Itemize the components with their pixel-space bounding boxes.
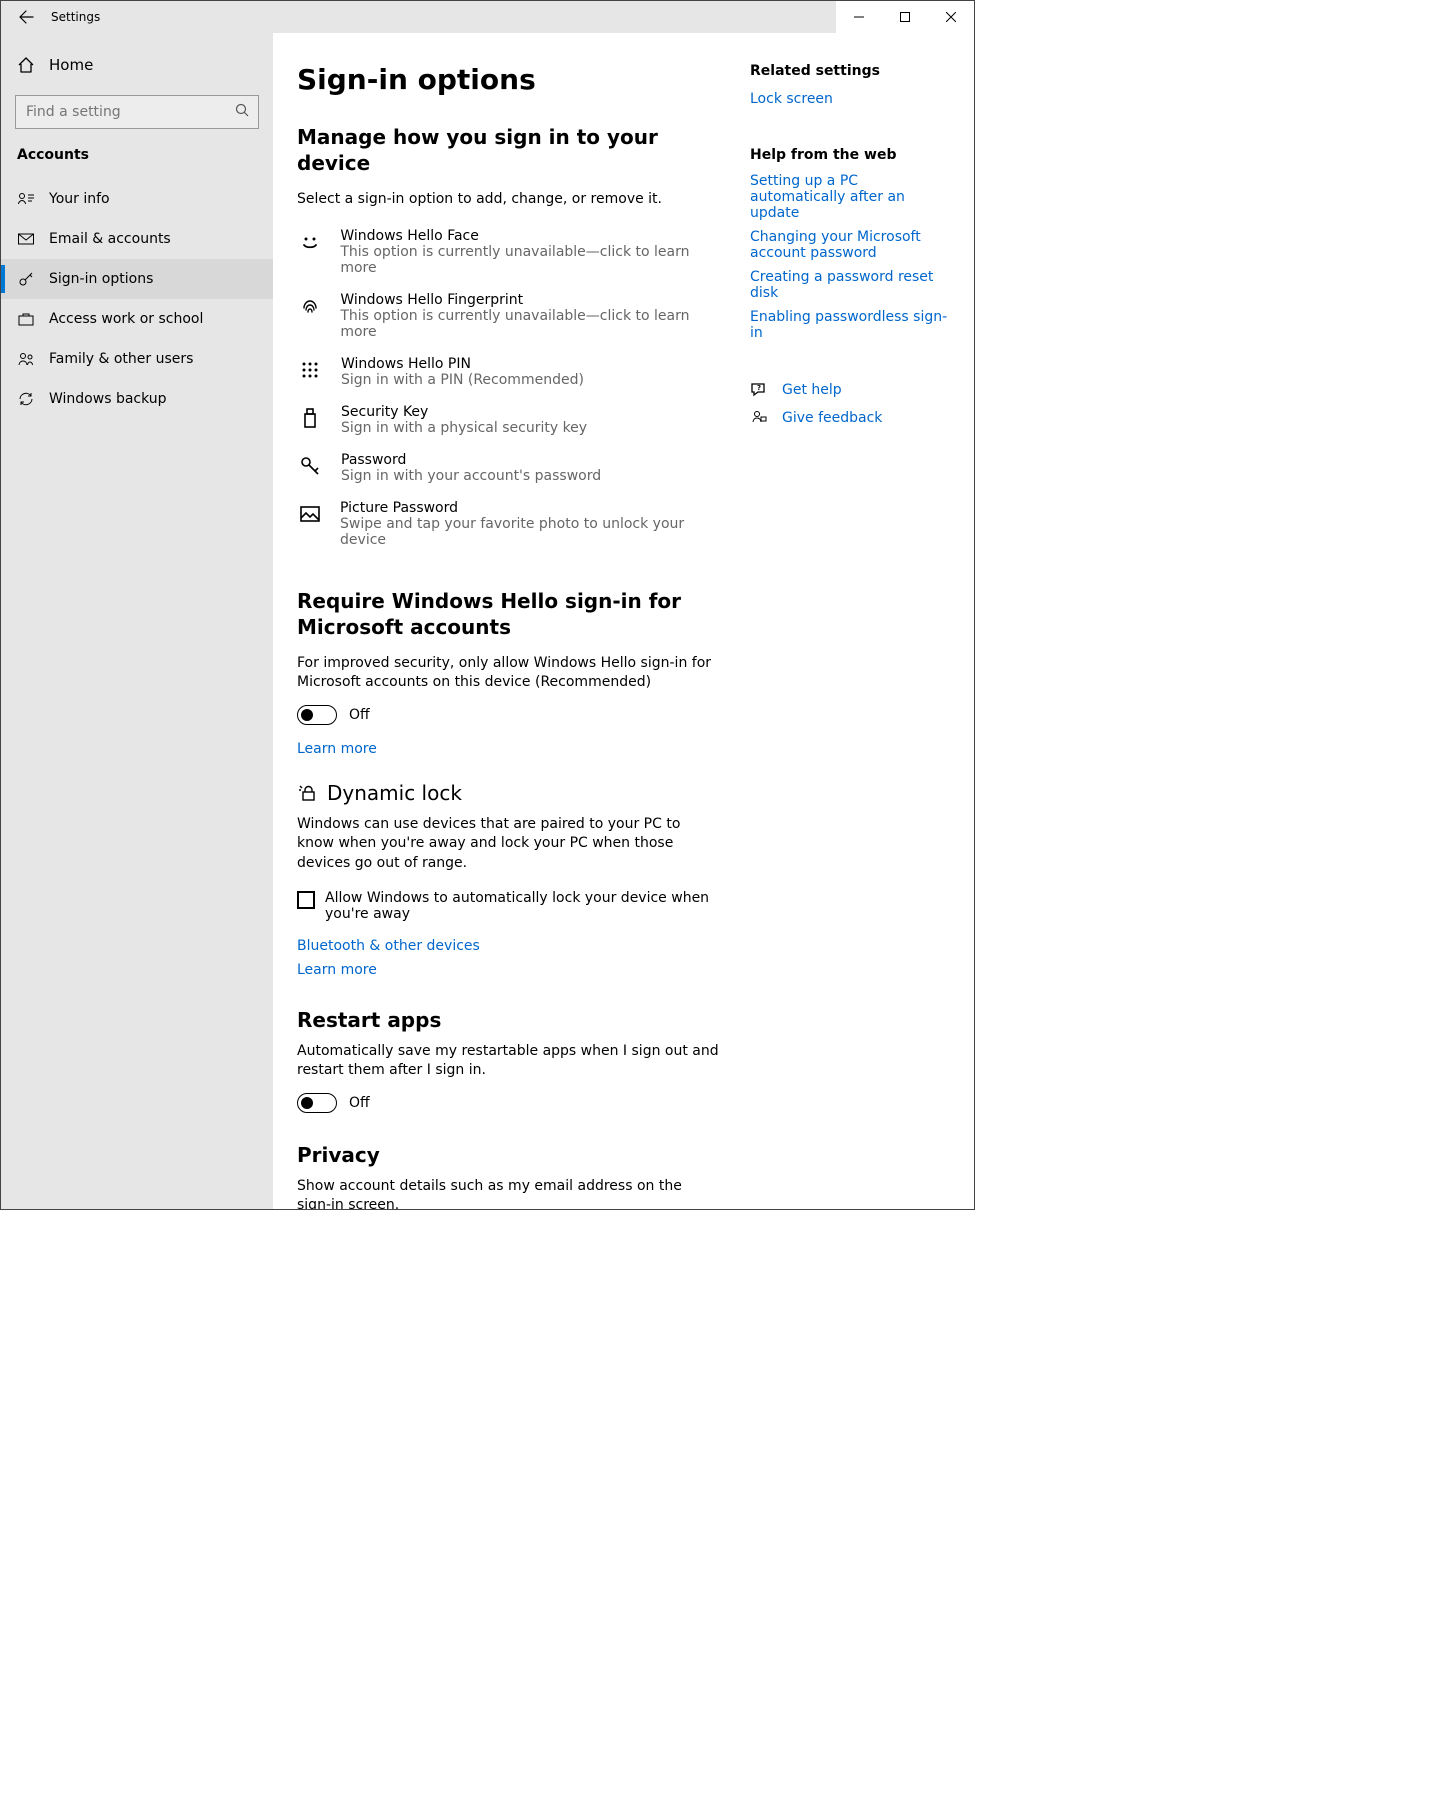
bluetooth-link[interactable]: Bluetooth & other devices	[297, 938, 720, 954]
sidebar-item-label: Windows backup	[49, 391, 167, 407]
sidebar-home-label: Home	[49, 56, 93, 74]
briefcase-icon	[17, 310, 35, 328]
help-link[interactable]: Creating a password reset disk	[750, 269, 950, 301]
privacy-heading: Privacy	[297, 1143, 720, 1167]
option-sub: Sign in with your account's password	[341, 468, 601, 484]
sidebar-search	[15, 95, 259, 129]
svg-text:?: ?	[757, 384, 761, 392]
face-icon	[297, 228, 322, 254]
close-button[interactable]	[928, 1, 974, 33]
sidebar: Home Accounts Your info Email & accounts	[1, 33, 273, 1209]
option-title: Windows Hello PIN	[341, 356, 584, 372]
help-link[interactable]: Changing your Microsoft account password	[750, 229, 950, 261]
key-password-icon	[297, 452, 323, 478]
window-title: Settings	[51, 10, 100, 24]
usb-key-icon	[297, 404, 323, 430]
get-help-row[interactable]: ? Get help	[750, 381, 950, 399]
picture-icon	[297, 500, 322, 526]
dynamic-lock-learn-more[interactable]: Learn more	[297, 962, 720, 978]
sidebar-item-family[interactable]: Family & other users	[1, 339, 273, 379]
require-hello-toggle[interactable]	[297, 705, 337, 725]
related-settings-heading: Related settings	[750, 63, 950, 79]
option-sub: This option is currently unavailable—cli…	[340, 308, 720, 340]
titlebar: Settings	[1, 1, 974, 33]
option-sub: Sign in with a physical security key	[341, 420, 587, 436]
lock-screen-link[interactable]: Lock screen	[750, 91, 833, 107]
window-controls	[836, 1, 974, 33]
sidebar-item-signin[interactable]: Sign-in options	[1, 259, 273, 299]
require-hello-learn-more[interactable]: Learn more	[297, 741, 377, 757]
help-link[interactable]: Setting up a PC automatically after an u…	[750, 173, 950, 221]
sidebar-item-work[interactable]: Access work or school	[1, 299, 273, 339]
dynamic-lock-check-label: Allow Windows to automatically lock your…	[325, 890, 720, 922]
page-title: Sign-in options	[297, 63, 720, 96]
option-title: Password	[341, 452, 601, 468]
option-title: Security Key	[341, 404, 587, 420]
back-button[interactable]	[1, 1, 51, 33]
close-icon	[946, 12, 956, 22]
sidebar-home[interactable]: Home	[1, 43, 273, 87]
option-picture-password[interactable]: Picture Password Swipe and tap your favo…	[297, 494, 720, 558]
dynamic-lock-heading: Dynamic lock	[297, 781, 720, 805]
minimize-icon	[854, 12, 864, 22]
sidebar-item-label: Email & accounts	[49, 231, 171, 247]
option-title: Windows Hello Fingerprint	[340, 292, 720, 308]
privacy-body-1: Show account details such as my email ad…	[297, 1177, 720, 1209]
dynamic-lock-icon	[297, 783, 317, 803]
dynamic-lock-title: Dynamic lock	[327, 781, 462, 805]
maximize-button[interactable]	[882, 1, 928, 33]
sidebar-item-label: Family & other users	[49, 351, 193, 367]
require-hello-heading: Require Windows Hello sign-in for Micros…	[297, 588, 720, 640]
sidebar-item-label: Sign-in options	[49, 271, 153, 287]
restart-apps-body: Automatically save my restartable apps w…	[297, 1042, 720, 1081]
get-help-link[interactable]: Get help	[782, 382, 842, 398]
option-title: Picture Password	[340, 500, 720, 516]
require-hello-body: For improved security, only allow Window…	[297, 654, 720, 693]
person-card-icon	[17, 190, 35, 208]
option-face[interactable]: Windows Hello Face This option is curren…	[297, 222, 720, 286]
dynamic-lock-checkbox-row[interactable]: Allow Windows to automatically lock your…	[297, 890, 720, 922]
search-input[interactable]	[15, 95, 259, 129]
option-sub: Swipe and tap your favorite photo to unl…	[340, 516, 720, 548]
sidebar-item-backup[interactable]: Windows backup	[1, 379, 273, 419]
home-icon	[17, 56, 35, 74]
sidebar-category: Accounts	[1, 141, 273, 179]
sidebar-item-label: Access work or school	[49, 311, 203, 327]
help-heading: Help from the web	[750, 147, 950, 163]
option-fingerprint[interactable]: Windows Hello Fingerprint This option is…	[297, 286, 720, 350]
maximize-icon	[900, 12, 910, 22]
feedback-icon	[750, 409, 768, 427]
key-icon	[17, 270, 35, 288]
manage-subtitle: Select a sign-in option to add, change, …	[297, 190, 720, 210]
give-feedback-row[interactable]: Give feedback	[750, 409, 950, 427]
option-sub: Sign in with a PIN (Recommended)	[341, 372, 584, 388]
option-password[interactable]: Password Sign in with your account's pas…	[297, 446, 720, 494]
help-link[interactable]: Enabling passwordless sign-in	[750, 309, 950, 341]
restart-apps-toggle[interactable]	[297, 1093, 337, 1113]
help-icon: ?	[750, 381, 768, 399]
sidebar-item-your-info[interactable]: Your info	[1, 179, 273, 219]
minimize-button[interactable]	[836, 1, 882, 33]
fingerprint-icon	[297, 292, 322, 318]
option-sub: This option is currently unavailable—cli…	[340, 244, 720, 276]
option-title: Windows Hello Face	[340, 228, 720, 244]
dynamic-lock-body: Windows can use devices that are paired …	[297, 815, 720, 874]
manage-heading: Manage how you sign in to your device	[297, 124, 720, 176]
pin-keypad-icon	[297, 356, 323, 382]
toggle-label: Off	[349, 707, 370, 723]
toggle-label: Off	[349, 1095, 370, 1111]
give-feedback-link[interactable]: Give feedback	[782, 410, 882, 426]
content: Sign-in options Manage how you sign in t…	[273, 33, 974, 1209]
sync-icon	[17, 390, 35, 408]
checkbox-icon	[297, 891, 315, 909]
sidebar-item-label: Your info	[49, 191, 110, 207]
option-pin[interactable]: Windows Hello PIN Sign in with a PIN (Re…	[297, 350, 720, 398]
sidebar-item-email[interactable]: Email & accounts	[1, 219, 273, 259]
option-security-key[interactable]: Security Key Sign in with a physical sec…	[297, 398, 720, 446]
people-icon	[17, 350, 35, 368]
search-icon	[235, 103, 249, 117]
mail-icon	[17, 230, 35, 248]
arrow-left-icon	[18, 9, 34, 25]
restart-apps-heading: Restart apps	[297, 1008, 720, 1032]
